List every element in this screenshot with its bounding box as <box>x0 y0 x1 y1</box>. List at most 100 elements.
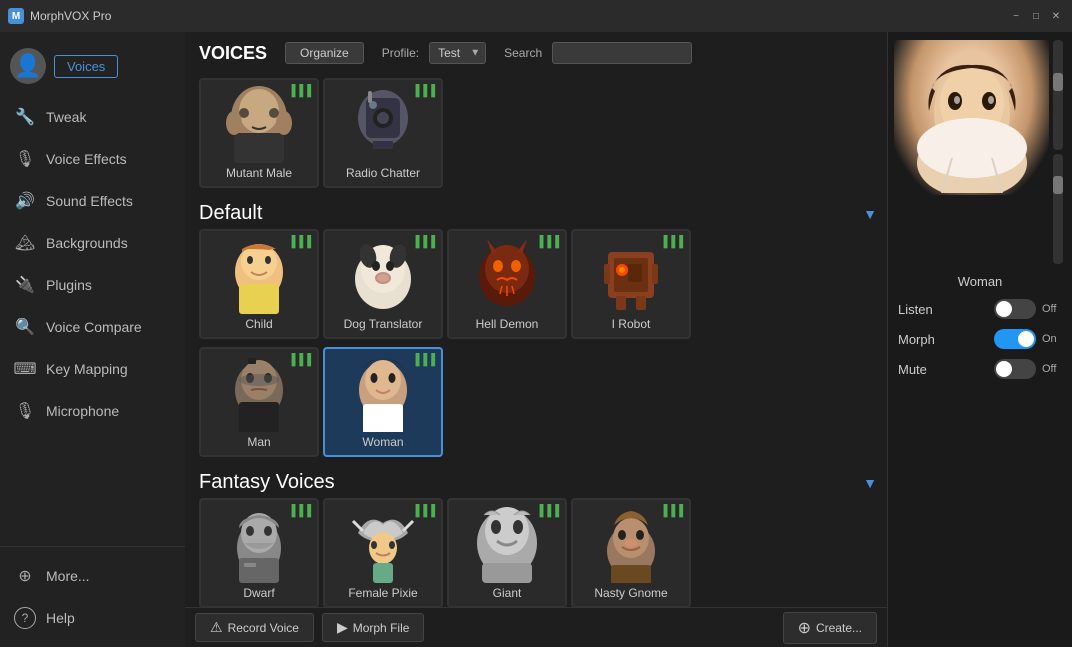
volume-slider-2[interactable] <box>1053 154 1063 264</box>
signal-icon: ▐▐▐ <box>412 505 435 517</box>
sidebar-item-help[interactable]: ? Help <box>0 597 185 639</box>
search-label: Search <box>504 46 542 60</box>
sidebar: 👤 Voices 🔧 Tweak 🎙 Voice Effects 🔊 Sound… <box>0 32 185 647</box>
sidebar-item-more-label: More... <box>46 568 90 584</box>
volume-slider-1[interactable] <box>1053 40 1063 150</box>
morph-file-button[interactable]: ▶ Morph File <box>322 613 424 642</box>
voices-header: VOICES Organize Profile: Test ▼ Search <box>185 32 887 74</box>
signal-icon: ▐▐▐ <box>536 505 559 517</box>
voice-card-giant[interactable]: ▐▐▐ Giant <box>447 498 567 607</box>
morph-state: On <box>1042 333 1062 345</box>
mute-control: Mute Off <box>894 359 1066 379</box>
window-controls: − □ ✕ <box>1008 8 1064 24</box>
mute-toggle-track[interactable] <box>994 359 1036 379</box>
morph-label: Morph <box>898 332 935 347</box>
fantasy-collapse-btn[interactable]: ▼ <box>863 475 877 491</box>
voice-card-i-robot[interactable]: ▐▐▐ I R <box>571 229 691 339</box>
microphone-icon: 🎙 <box>14 400 36 422</box>
voices-badge[interactable]: Voices <box>54 55 118 78</box>
woman-portrait-image <box>894 40 1049 195</box>
voice-card-man[interactable]: ▐▐▐ Man <box>199 347 319 457</box>
fantasy-section-title: Fantasy Voices <box>199 471 335 494</box>
default-section-title: Default <box>199 202 262 225</box>
sidebar-item-key-mapping-label: Key Mapping <box>46 361 128 377</box>
listen-toggle-track[interactable] <box>994 299 1036 319</box>
signal-icon: ▐▐▐ <box>288 236 311 248</box>
listen-toggle-thumb <box>996 301 1012 317</box>
profile-label: Profile: <box>382 46 419 60</box>
sidebar-item-help-label: Help <box>46 610 75 626</box>
sidebar-bottom: ⊕ More... ? Help <box>0 546 185 647</box>
voice-card-dog-translator[interactable]: ▐▐▐ Dog Translator <box>323 229 443 339</box>
voice-card-label: Child <box>245 317 272 331</box>
titlebar: M MorphVOX Pro − □ ✕ <box>0 0 1072 32</box>
record-icon: ⚠ <box>210 619 223 636</box>
sidebar-item-more[interactable]: ⊕ More... <box>0 555 185 597</box>
sidebar-item-plugins[interactable]: 🔌 Plugins <box>0 264 185 306</box>
morph-toggle-track[interactable] <box>994 329 1036 349</box>
signal-icon: ▐▐▐ <box>412 354 435 366</box>
voice-card-child[interactable]: ▐▐▐ Child <box>199 229 319 339</box>
backgrounds-icon: 🏔 <box>14 232 36 254</box>
bottom-bar: ⚠ Record Voice ▶ Morph File ⊕ Create... <box>185 607 887 647</box>
tweak-icon: 🔧 <box>14 106 36 128</box>
profile-select[interactable]: Test <box>429 42 486 64</box>
signal-icon: ▐▐▐ <box>288 354 311 366</box>
sidebar-item-voice-compare[interactable]: 🔍 Voice Compare <box>0 306 185 348</box>
plugins-icon: 🔌 <box>14 274 36 296</box>
create-button[interactable]: ⊕ Create... <box>783 612 877 644</box>
help-icon: ? <box>14 607 36 629</box>
signal-icon: ▐▐▐ <box>660 236 683 248</box>
more-icon: ⊕ <box>14 565 36 587</box>
voice-card-label: Man <box>247 435 270 449</box>
morph-toggle[interactable]: On <box>994 329 1062 349</box>
search-input[interactable] <box>552 42 692 64</box>
voice-card-label: Dog Translator <box>344 317 423 331</box>
record-voice-button[interactable]: ⚠ Record Voice <box>195 613 314 642</box>
morph-toggle-thumb <box>1018 331 1034 347</box>
listen-toggle[interactable]: Off <box>994 299 1062 319</box>
sidebar-item-backgrounds[interactable]: 🏔 Backgrounds <box>0 222 185 264</box>
default-voices-row: ▐▐▐ Child <box>199 229 877 339</box>
default-voices-row-2: ▐▐▐ Man <box>199 347 877 457</box>
sidebar-item-plugins-label: Plugins <box>46 277 92 293</box>
selected-voice-label: Woman <box>958 274 1003 289</box>
listen-state: Off <box>1042 303 1062 315</box>
maximize-button[interactable]: □ <box>1028 8 1044 24</box>
voice-card-hell-demon[interactable]: ▐▐▐ Hell Demon <box>447 229 567 339</box>
pinned-voices-row: ▐▐▐ Mutant Male <box>199 78 877 188</box>
listen-label: Listen <box>898 302 933 317</box>
close-button[interactable]: ✕ <box>1048 8 1064 24</box>
voices-scroll[interactable]: ▐▐▐ Mutant Male <box>185 74 887 607</box>
sidebar-item-tweak-label: Tweak <box>46 109 86 125</box>
sidebar-item-voice-effects[interactable]: 🎙 Voice Effects <box>0 138 185 180</box>
minimize-button[interactable]: − <box>1008 8 1024 24</box>
voice-card-female-pixie[interactable]: ▐▐▐ Female Pixie <box>323 498 443 607</box>
right-panel: Woman Listen Off Morph On Mute <box>887 32 1072 647</box>
sidebar-item-voice-effects-label: Voice Effects <box>46 151 127 167</box>
fantasy-voices-row: ▐▐▐ Dwarf <box>199 498 877 607</box>
voice-card-mutant-male[interactable]: ▐▐▐ Mutant Male <box>199 78 319 188</box>
voice-card-label: Radio Chatter <box>346 166 420 180</box>
sidebar-item-microphone[interactable]: 🎙 Microphone <box>0 390 185 432</box>
main-layout: 👤 Voices 🔧 Tweak 🎙 Voice Effects 🔊 Sound… <box>0 32 1072 647</box>
mute-toggle[interactable]: Off <box>994 359 1062 379</box>
morph-control: Morph On <box>894 329 1066 349</box>
fantasy-section-header: Fantasy Voices ▼ <box>199 465 877 498</box>
signal-icon: ▐▐▐ <box>412 236 435 248</box>
voice-card-radio-chatter[interactable]: ▐▐▐ Radio Chatter <box>323 78 443 188</box>
voice-card-label: Dwarf <box>243 586 274 600</box>
sidebar-top: 👤 Voices <box>0 40 185 96</box>
voice-card-woman[interactable]: ▐▐▐ Woman <box>323 347 443 457</box>
voice-card-label: Female Pixie <box>348 586 417 600</box>
voice-card-nasty-gnome[interactable]: ▐▐▐ Nasty Gnome <box>571 498 691 607</box>
sidebar-item-key-mapping[interactable]: ⌨ Key Mapping <box>0 348 185 390</box>
sidebar-item-tweak[interactable]: 🔧 Tweak <box>0 96 185 138</box>
organize-button[interactable]: Organize <box>285 42 364 64</box>
default-section-header: Default ▼ <box>199 196 877 229</box>
default-collapse-btn[interactable]: ▼ <box>863 206 877 222</box>
voice-card-label: Giant <box>493 586 522 600</box>
voice-card-dwarf[interactable]: ▐▐▐ Dwarf <box>199 498 319 607</box>
sidebar-item-sound-effects[interactable]: 🔊 Sound Effects <box>0 180 185 222</box>
voice-compare-icon: 🔍 <box>14 316 36 338</box>
